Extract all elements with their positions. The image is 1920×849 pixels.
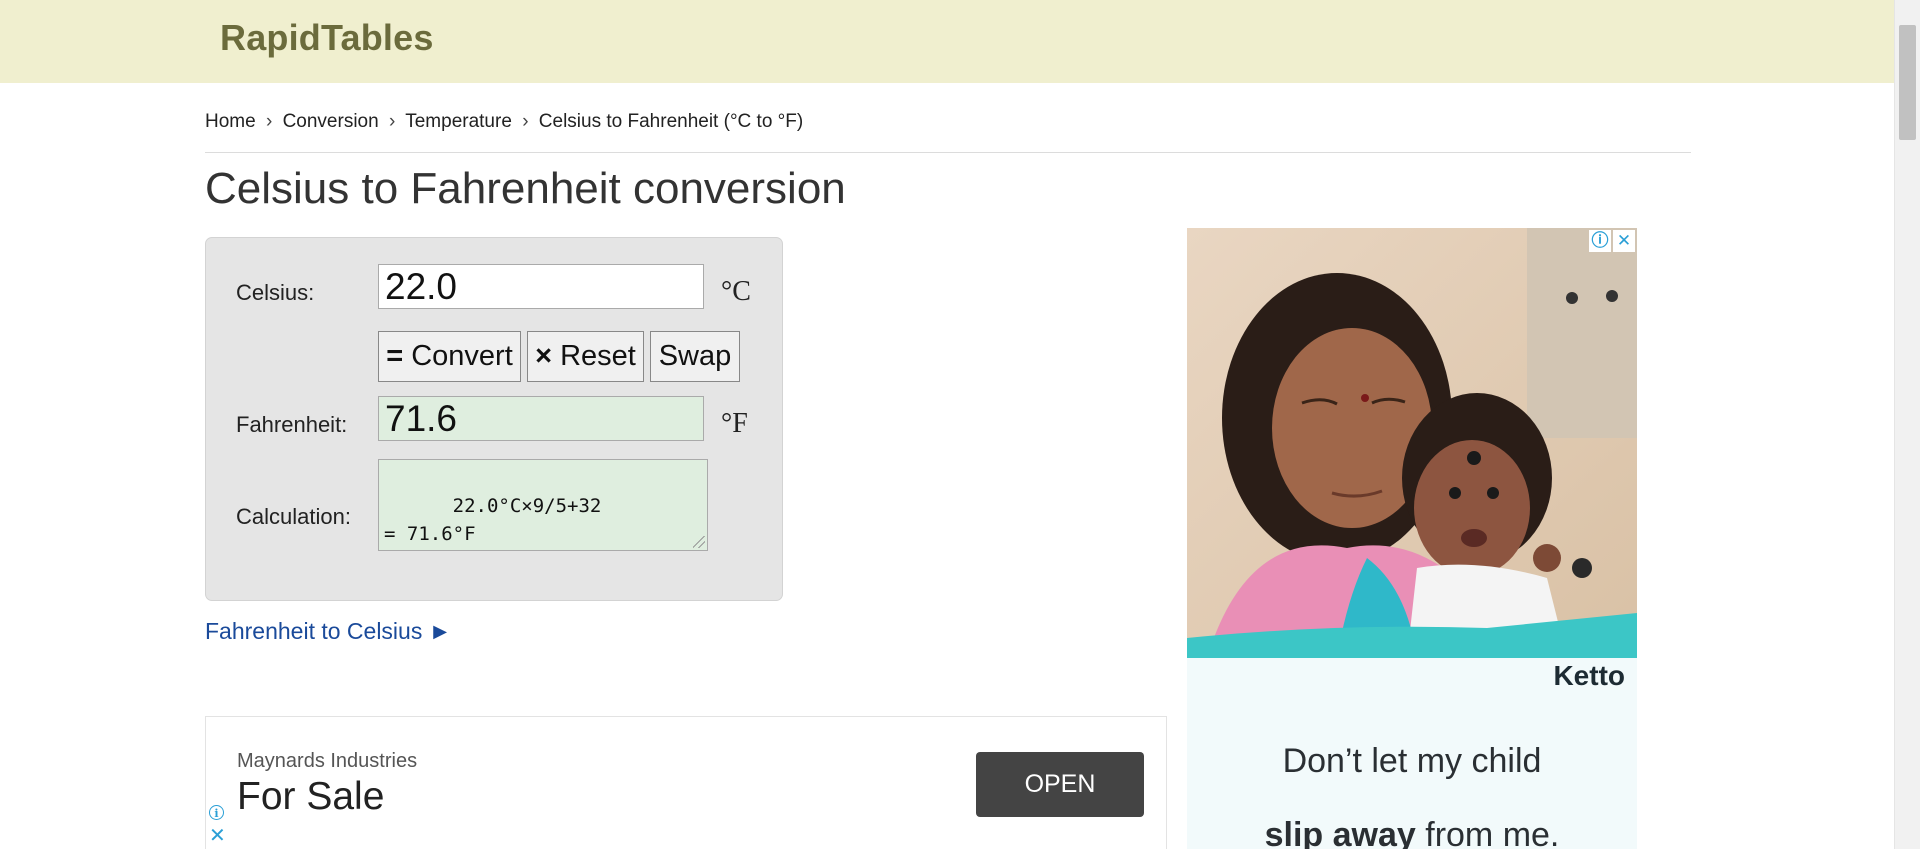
bottom-ad-banner[interactable]: Maynards Industries For Sale OPEN i ✕ [205,716,1167,849]
celsius-label: Celsius: [236,280,315,305]
site-logo[interactable]: RapidTables [220,17,434,59]
fahrenheit-label: Fahrenheit: [236,412,348,437]
calculation-label: Calculation: [236,504,351,529]
breadcrumb: Home › Conversion › Temperature › Celsiu… [205,111,803,133]
breadcrumb-current: Celsius to Fahrenheit (°C to °F) [538,111,804,132]
resize-grip-icon[interactable] [693,536,705,548]
page-scrollbar[interactable] [1894,0,1920,849]
celsius-unit: °C [721,276,751,307]
reset-button-label: Reset [560,340,636,372]
breadcrumb-temperature[interactable]: Temperature [405,111,512,132]
calculation-textarea[interactable]: 22.0°C×9/5+32 = 71.6°F [378,459,708,551]
fahrenheit-unit: °F [721,408,748,439]
ad-choices: ⓘ ✕ [1589,230,1635,252]
convert-button[interactable]: = Convert [378,331,521,382]
ad-tagline-line1: Don’t let my child [1282,742,1542,780]
ad-photo-mother-child [1187,228,1637,658]
convert-button-label: Convert [411,340,513,372]
converter-form: Celsius: °C = Convert × Reset Swap Fahre… [205,237,783,601]
ad-tagline-line2: slip away from me. [1187,816,1637,849]
ad-company-name: Maynards Industries [237,750,418,772]
celsius-input[interactable] [378,264,704,309]
ad-info-icon[interactable]: ⓘ [1589,230,1611,252]
ad-headline: For Sale [237,775,385,818]
breadcrumb-separator: › [522,111,529,132]
reset-button[interactable]: × Reset [527,331,644,382]
fahrenheit-output[interactable] [378,396,704,441]
breadcrumb-separator: › [388,111,396,132]
breadcrumb-separator: › [265,111,273,132]
page: RapidTables Home › Conversion › Temperat… [0,0,1920,849]
breadcrumb-conversion[interactable]: Conversion [283,111,379,132]
ad-close-icon[interactable]: ✕ [1613,230,1635,252]
ad-tagline-bold: slip away [1264,816,1416,849]
ad-info-icon[interactable]: i [209,805,224,820]
fahrenheit-to-celsius-link[interactable]: Fahrenheit to Celsius ► [205,618,452,645]
breadcrumb-home[interactable]: Home [205,111,256,132]
page-title: Celsius to Fahrenheit conversion [205,164,846,213]
ad-open-button[interactable]: OPEN [976,752,1144,817]
site-header: RapidTables [0,0,1895,83]
scrollbar-thumb[interactable] [1899,25,1916,140]
ketto-logo: Ketto [1553,660,1625,691]
reset-x-icon: × [535,340,553,372]
breadcrumb-divider [205,152,1691,153]
equals-icon: = [386,340,404,372]
ad-tagline-rest: from me. [1415,816,1560,849]
calculation-text: 22.0°C×9/5+32 = 71.6°F [384,495,602,545]
ad-close-icon[interactable]: ✕ [209,826,226,846]
swap-button[interactable]: Swap [650,331,740,382]
side-ad-banner[interactable]: ⓘ ✕ Ketto Don’t let my child slip away f… [1187,228,1637,849]
